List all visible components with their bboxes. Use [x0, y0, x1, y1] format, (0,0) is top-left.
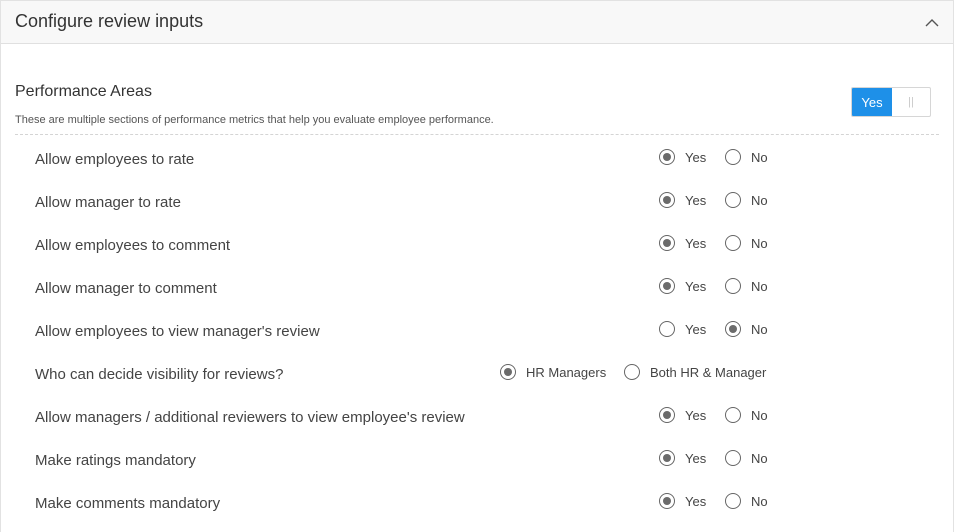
performance-areas-toggle[interactable]: Yes ||	[851, 87, 931, 117]
radio-hr-managers-label: HR Managers	[526, 364, 607, 380]
setting-row: Allow managers / additional reviewers to…	[1, 401, 953, 444]
setting-row: Who can decide visibility for reviews? H…	[1, 358, 953, 401]
radio-yes-label: Yes	[685, 235, 707, 251]
radio-circle-icon[interactable]	[659, 149, 675, 165]
radio-both-hr-manager[interactable]: Both HR & Manager	[624, 364, 766, 380]
setting-label: Who can decide visibility for reviews?	[35, 366, 284, 383]
section-divider	[15, 134, 939, 135]
setting-label: Allow employees to comment	[35, 237, 231, 254]
radio-no[interactable]: No	[725, 235, 768, 251]
radio-yes-label: Yes	[685, 321, 707, 337]
setting-label: Make ratings mandatory	[35, 452, 196, 469]
radio-no-label: No	[751, 407, 768, 423]
radio-no[interactable]: No	[725, 407, 768, 423]
chevron-up-icon	[925, 18, 939, 26]
radio-yes-label: Yes	[685, 450, 707, 466]
radio-circle-icon[interactable]	[659, 407, 675, 423]
radio-no-label: No	[751, 192, 768, 208]
setting-label: Allow manager to rate	[35, 194, 181, 211]
section-title: Performance Areas	[15, 83, 152, 100]
radio-yes[interactable]: Yes	[659, 450, 706, 466]
radio-no-label: No	[751, 321, 768, 337]
radio-yes[interactable]: Yes	[659, 149, 706, 165]
radio-both-label: Both HR & Manager	[650, 364, 767, 380]
setting-row: Make comments mandatory Yes No	[1, 487, 953, 530]
radio-no[interactable]: No	[725, 192, 768, 208]
radio-circle-icon[interactable]	[725, 493, 741, 509]
collapse-button[interactable]	[921, 9, 943, 35]
radio-no[interactable]: No	[725, 450, 768, 466]
radio-no[interactable]: No	[725, 321, 768, 337]
review-inputs-panel: Configure review inputs Performance Area…	[0, 0, 954, 532]
radio-circle-icon[interactable]	[659, 192, 675, 208]
radio-no-label: No	[751, 493, 768, 509]
setting-row: Allow manager to comment Yes No	[1, 272, 953, 315]
radio-circle-icon[interactable]	[725, 278, 741, 294]
radio-circle-icon[interactable]	[659, 493, 675, 509]
radio-circle-icon[interactable]	[659, 321, 675, 337]
panel-header[interactable]: Configure review inputs	[1, 1, 953, 44]
radio-yes-label: Yes	[685, 278, 707, 294]
setting-row: Make ratings mandatory Yes No	[1, 444, 953, 487]
radio-yes[interactable]: Yes	[659, 192, 706, 208]
radio-no-label: No	[751, 149, 768, 165]
setting-label: Make comments mandatory	[35, 495, 221, 512]
radio-circle-icon[interactable]	[725, 235, 741, 251]
setting-row: Allow employees to comment Yes No	[1, 229, 953, 272]
toggle-handle[interactable]: ||	[892, 88, 930, 116]
radio-no-label: No	[751, 278, 768, 294]
radio-yes[interactable]: Yes	[659, 235, 706, 251]
section-description: These are multiple sections of performan…	[15, 114, 494, 126]
radio-yes-label: Yes	[685, 407, 707, 423]
radio-yes-label: Yes	[685, 149, 707, 165]
setting-label: Allow employees to view manager's review	[35, 323, 320, 340]
radio-yes-label: Yes	[685, 192, 707, 208]
radio-circle-icon[interactable]	[659, 278, 675, 294]
radio-no[interactable]: No	[725, 149, 768, 165]
radio-yes[interactable]: Yes	[659, 278, 706, 294]
radio-yes[interactable]: Yes	[659, 407, 706, 423]
radio-yes[interactable]: Yes	[659, 493, 706, 509]
radio-circle-icon[interactable]	[725, 192, 741, 208]
setting-row: Allow employees to rate Yes No	[1, 143, 953, 186]
radio-no[interactable]: No	[725, 278, 768, 294]
setting-label: Allow employees to rate	[35, 151, 195, 168]
radio-circle-icon[interactable]	[725, 149, 741, 165]
radio-no[interactable]: No	[725, 493, 768, 509]
setting-row: Allow employees to view manager's review…	[1, 315, 953, 358]
setting-label: Allow manager to comment	[35, 280, 217, 297]
panel-title: Configure review inputs	[15, 11, 204, 31]
radio-circle-icon[interactable]	[725, 407, 741, 423]
radio-circle-icon[interactable]	[725, 321, 741, 337]
radio-circle-icon[interactable]	[659, 235, 675, 251]
radio-circle-icon[interactable]	[624, 364, 640, 380]
radio-no-label: No	[751, 450, 768, 466]
radio-no-label: No	[751, 235, 768, 251]
toggle-yes-label[interactable]: Yes	[852, 88, 892, 116]
setting-label: Allow managers / additional reviewers to…	[35, 409, 465, 426]
radio-circle-icon[interactable]	[500, 364, 516, 380]
radio-hr-managers[interactable]: HR Managers	[500, 364, 606, 380]
radio-yes[interactable]: Yes	[659, 321, 706, 337]
radio-yes-label: Yes	[685, 493, 707, 509]
radio-circle-icon[interactable]	[659, 450, 675, 466]
radio-circle-icon[interactable]	[725, 450, 741, 466]
setting-row: Allow manager to rate Yes No	[1, 186, 953, 229]
